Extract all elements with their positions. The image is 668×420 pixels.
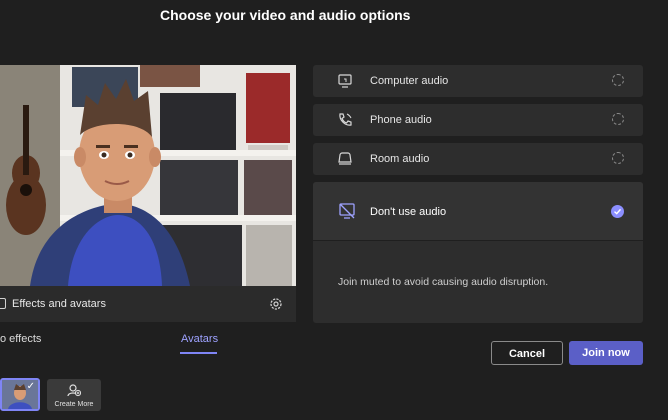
gear-icon[interactable] [268,296,284,312]
effects-toggle-icon [0,298,6,309]
divider [313,240,643,241]
effects-tabs [0,322,296,372]
option-computer-audio[interactable]: Computer audio [313,65,643,97]
option-dont-use-audio[interactable]: Don't use audio Join muted to avoid caus… [313,182,643,323]
option-room-audio[interactable]: Room audio [313,143,643,175]
option-label: Computer audio [370,75,449,87]
tab-no-effects[interactable]: o effects [0,333,41,345]
no-audio-icon [339,203,355,219]
video-preview [0,65,296,286]
add-avatar-icon [67,384,81,397]
effects-label: Effects and avatars [12,298,106,310]
page-title: Choose your video and audio options [160,7,411,23]
join-now-button[interactable]: Join now [569,341,643,365]
option-label: Phone audio [370,114,432,126]
tab-avatars[interactable]: Avatars [181,333,218,345]
effects-and-avatars-bar[interactable]: Effects and avatars [0,286,296,322]
option-label: Don't use audio [370,206,447,218]
option-label: Room audio [370,153,430,165]
room-icon [338,152,352,165]
phone-icon [339,113,352,126]
cancel-button[interactable]: Cancel [491,341,563,365]
radio-unselected[interactable] [612,113,624,125]
active-tab-indicator [180,352,217,354]
check-icon [614,208,622,215]
radio-selected[interactable] [611,205,624,218]
avatar-preview-image [0,65,296,286]
create-more-button[interactable]: Create More [47,379,101,411]
avatar-thumbnail-selected[interactable]: ✓ [0,378,40,411]
option-description: Join muted to avoid causing audio disrup… [338,276,549,288]
radio-unselected[interactable] [612,74,624,86]
computer-icon [338,74,352,88]
checkmark-icon: ✓ [26,381,35,392]
option-header [313,182,643,240]
create-more-label: Create More [54,401,94,408]
radio-unselected[interactable] [612,152,624,164]
option-phone-audio[interactable]: Phone audio [313,104,643,136]
